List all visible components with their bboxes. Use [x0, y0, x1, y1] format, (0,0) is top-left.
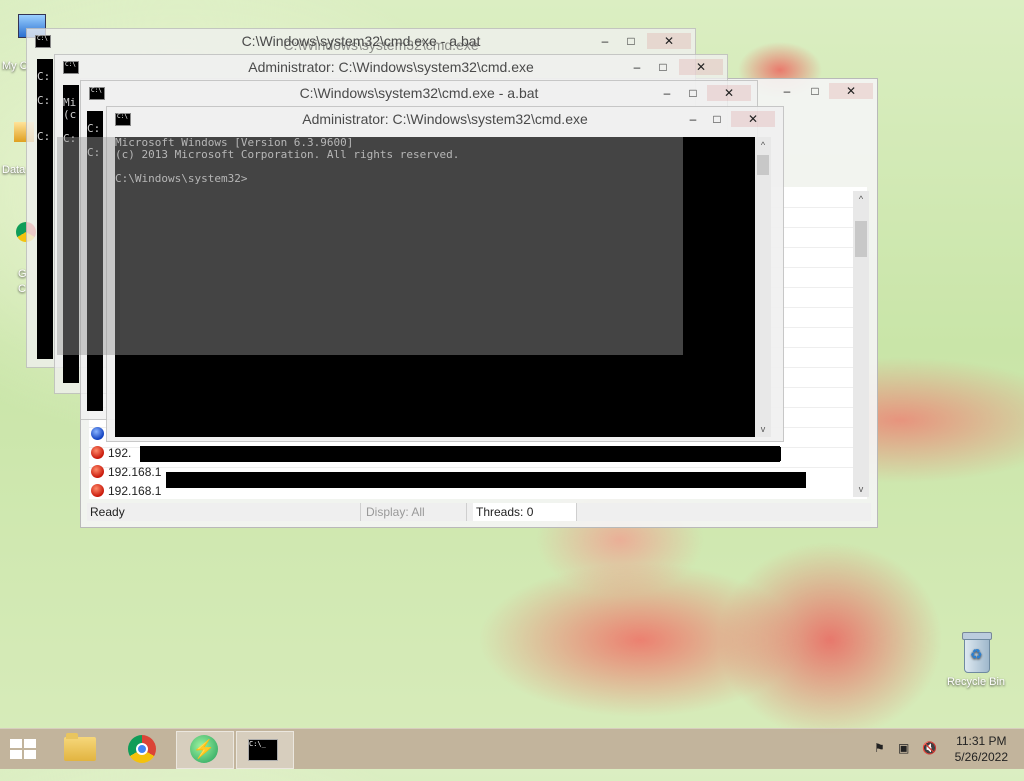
scroll-thumb[interactable] — [855, 221, 867, 257]
scroll-thumb[interactable] — [757, 155, 769, 175]
maximize-button[interactable]: □ — [621, 33, 641, 49]
desktop-label-c: C — [18, 283, 26, 295]
maximize-button[interactable]: □ — [707, 111, 727, 127]
status-online-icon — [91, 427, 104, 440]
list-item[interactable]: 192. — [91, 444, 131, 462]
network-icon[interactable]: ▣ — [898, 741, 909, 781]
close-button[interactable]: ✕ — [679, 59, 723, 75]
list-minimize-button[interactable]: – — [777, 83, 797, 99]
recycle-bin-icon — [960, 632, 992, 673]
minimize-button[interactable]: – — [627, 59, 647, 75]
console-strip — [140, 446, 780, 462]
desktop-label-my-computer: My C — [2, 60, 28, 72]
clock[interactable]: 11:31 PM 5/26/2022 — [955, 733, 1008, 765]
minimize-button[interactable]: – — [595, 33, 615, 49]
speaker-muted-icon[interactable]: 🔇 — [922, 741, 937, 781]
status-display: Display: All — [363, 503, 467, 521]
list-maximize-button[interactable]: □ — [805, 83, 825, 99]
console-strip — [166, 472, 806, 488]
bolt-app-icon: ⚡ — [190, 735, 218, 763]
scroll-down-arrow[interactable]: v — [853, 481, 869, 497]
recycle-bin[interactable]: Recycle Bin — [944, 632, 1008, 688]
chrome-icon[interactable] — [128, 735, 156, 763]
selection-overlay — [57, 137, 683, 355]
minimize-button[interactable]: – — [657, 85, 677, 101]
clock-date: 5/26/2022 — [954, 750, 1008, 764]
console-scrollbar[interactable]: ^ v — [755, 137, 771, 437]
status-dead-icon — [91, 465, 104, 478]
close-button[interactable]: ✕ — [731, 111, 775, 127]
maximize-button[interactable]: □ — [653, 59, 673, 75]
windows-start-icon[interactable] — [10, 739, 38, 759]
list-item[interactable]: 192.168.1 — [91, 463, 161, 481]
maximize-button[interactable]: □ — [683, 85, 703, 101]
taskbar: ⚡ C:\_ ⚑ ▣ 🔇 11:31 PM 5/26/2022 — [0, 728, 1024, 769]
file-explorer-icon[interactable] — [64, 733, 96, 761]
action-center-flag-icon[interactable]: ⚑ — [874, 741, 885, 781]
status-threads: Threads: 0 — [473, 503, 577, 521]
scroll-up-arrow[interactable]: ^ — [853, 191, 869, 207]
close-button[interactable]: ✕ — [647, 33, 691, 49]
list-scrollbar[interactable]: ^ v — [853, 191, 869, 497]
status-ready: Ready — [87, 503, 361, 521]
recycle-bin-label: Recycle Bin — [946, 676, 1006, 688]
scroll-up-arrow[interactable]: ^ — [755, 137, 771, 153]
list-close-button[interactable]: ✕ — [829, 83, 873, 99]
status-dead-icon — [91, 484, 104, 497]
status-dead-icon — [91, 446, 104, 459]
desktop-label-data: Data — [2, 164, 26, 176]
status-bar: Ready Display: All Threads: 0 — [87, 503, 871, 521]
console-output[interactable]: C: C: C: — [37, 59, 53, 359]
close-button[interactable]: ✕ — [707, 85, 751, 101]
cmd-window-4[interactable]: Administrator: C:\Windows\system32\cmd.e… — [57, 106, 784, 442]
window-title: C:\Windows\system32\cmd.exe - a.bat — [299, 85, 539, 101]
minimize-button[interactable]: – — [683, 111, 703, 127]
window-title: Administrator: C:\Windows\system32\cmd.e… — [302, 111, 588, 127]
clock-time: 11:31 PM — [956, 734, 1007, 748]
cmd-taskbar-icon: C:\_ — [248, 739, 278, 761]
list-item[interactable]: 192.168.1 — [91, 482, 161, 500]
scroll-down-arrow[interactable]: v — [755, 421, 771, 437]
